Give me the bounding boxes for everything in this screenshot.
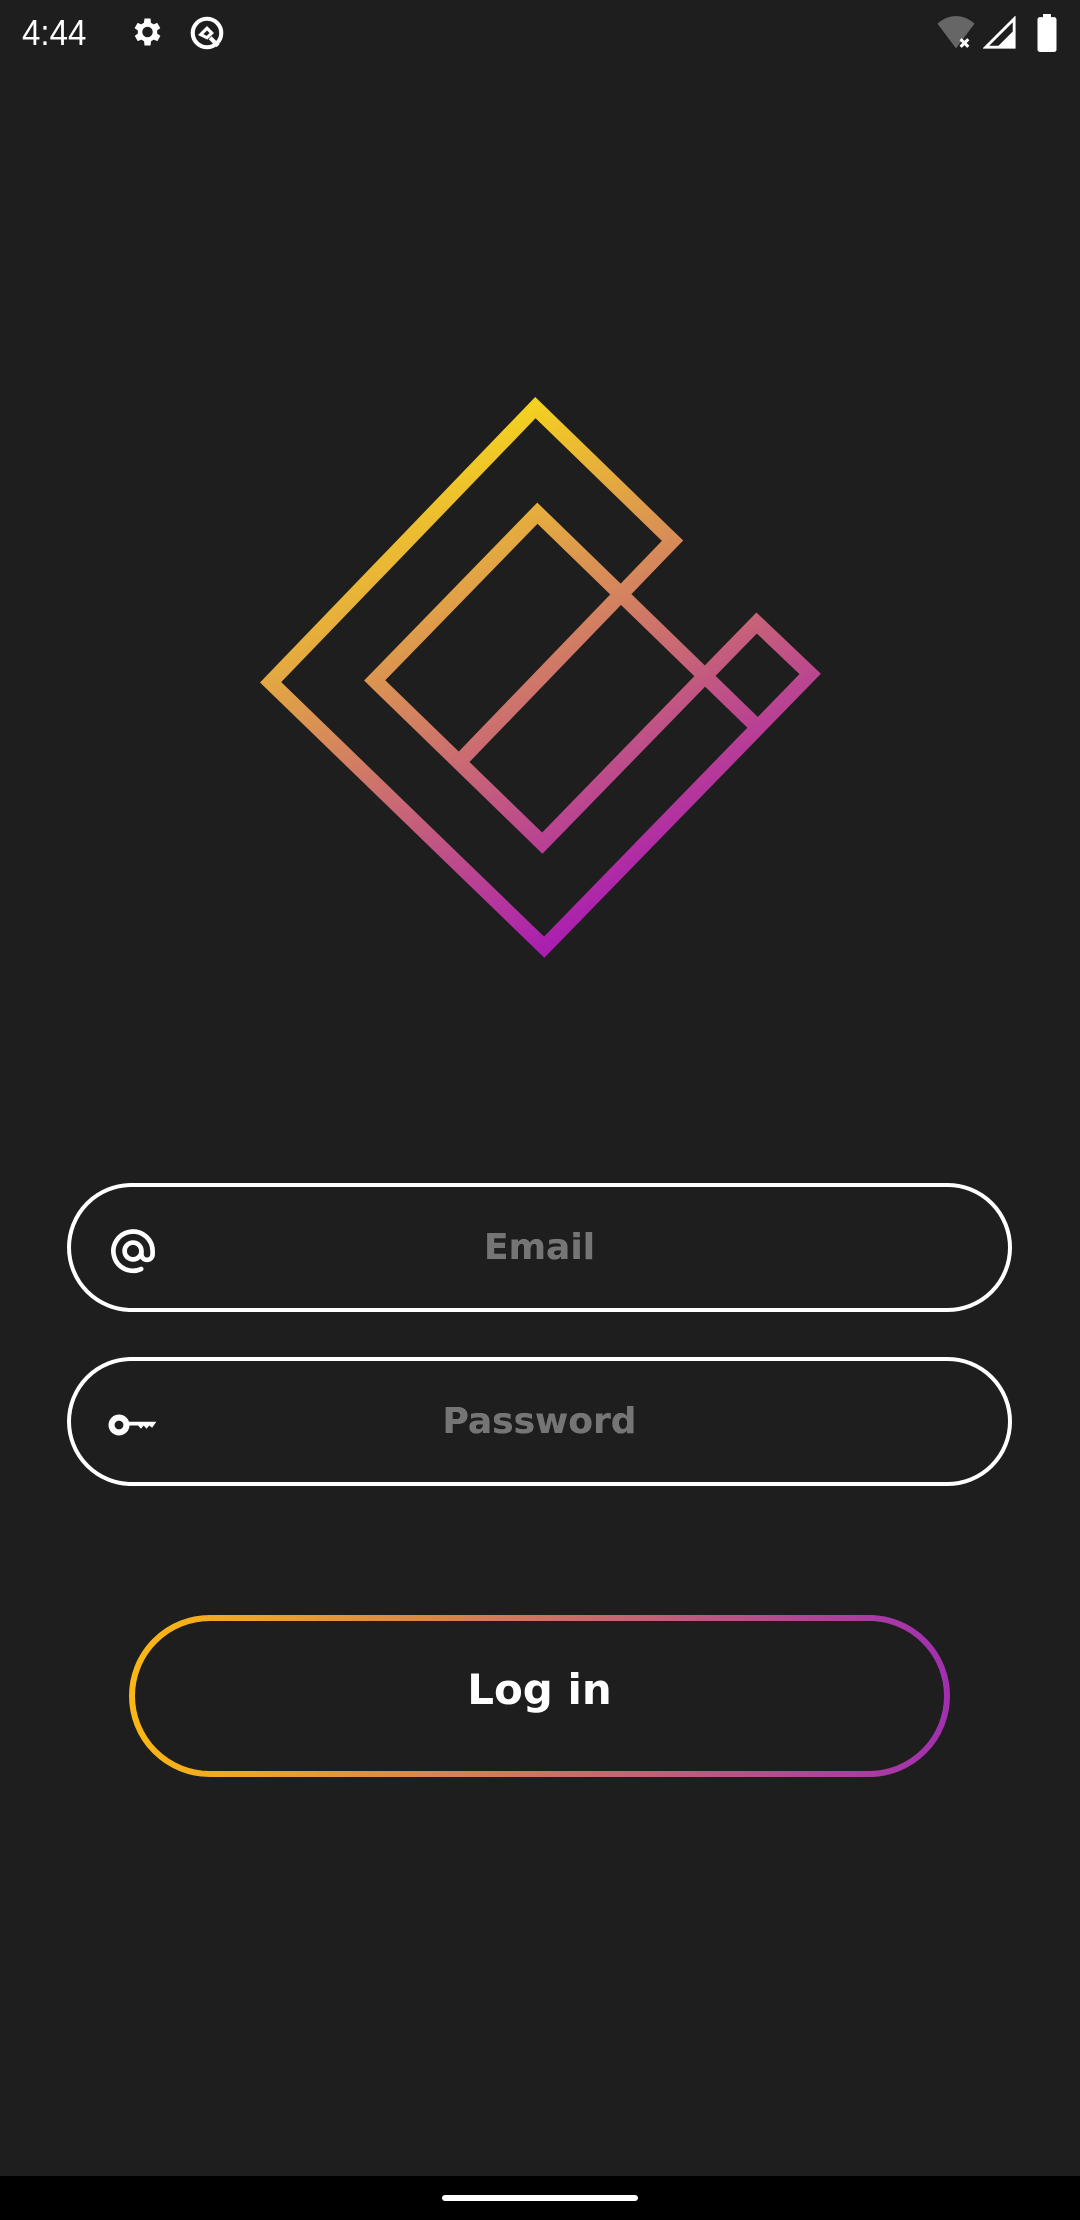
at-sign-icon [111,1229,155,1274]
navigation-bar [0,2176,1080,2220]
logo-mark [260,396,821,958]
email-field[interactable]: Email [67,1183,1012,1312]
home-gesture-handle[interactable] [442,2195,638,2201]
key-icon [108,1414,157,1436]
email-input[interactable] [191,1187,888,1308]
login-button-label: Log in [467,1665,612,1714]
app-logo [260,396,821,958]
password-field[interactable]: Password [67,1357,1012,1486]
login-button[interactable]: Log in [129,1615,950,1777]
password-input[interactable] [191,1361,888,1482]
